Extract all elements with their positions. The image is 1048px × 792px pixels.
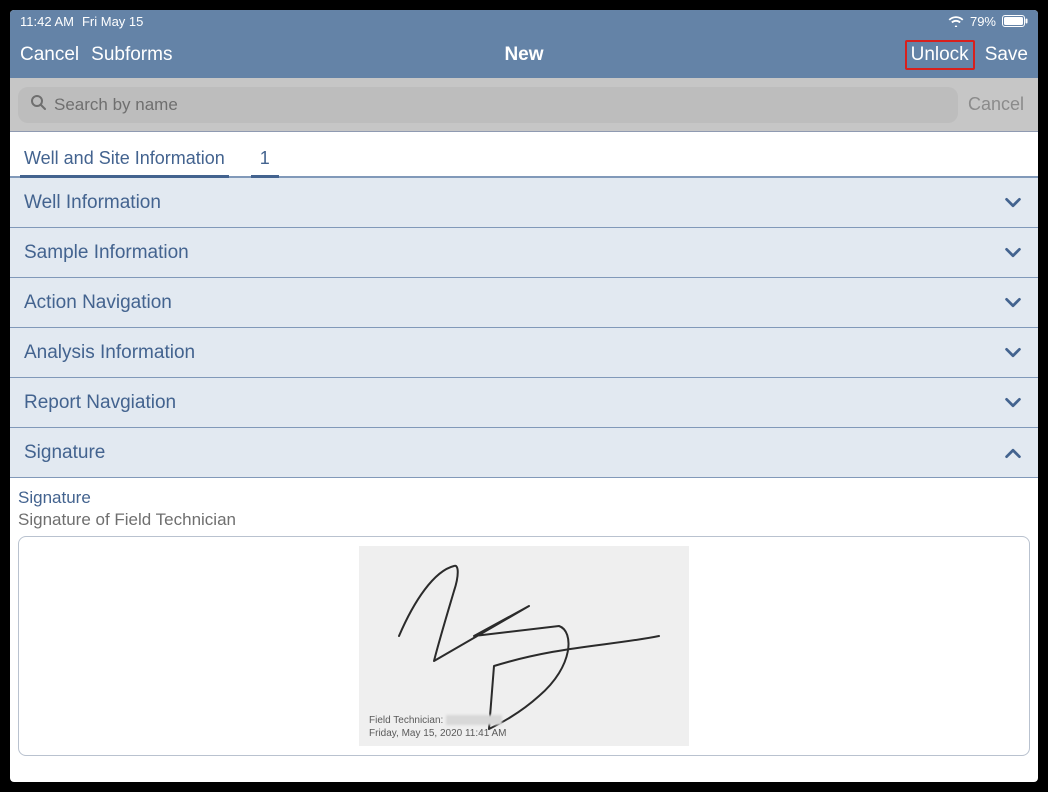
search-placeholder: Search by name (54, 95, 178, 115)
section-report-navigation[interactable]: Report Navgiation (10, 378, 1038, 428)
chevron-down-icon (1002, 292, 1024, 314)
signature-heading: Signature (18, 488, 1030, 508)
chevron-up-icon (1002, 442, 1024, 464)
signature-meta-date: Friday, May 15, 2020 11:41 AM (369, 727, 506, 740)
battery-icon (1002, 15, 1028, 27)
section-label: Signature (24, 442, 105, 464)
section-action-navigation[interactable]: Action Navigation (10, 278, 1038, 328)
section-signature[interactable]: Signature (10, 428, 1038, 478)
wifi-icon (948, 15, 964, 27)
section-label: Report Navgiation (24, 392, 176, 414)
tab-page-1[interactable]: 1 (251, 148, 279, 178)
signature-meta: Field Technician: Friday, May 15, 2020 1… (369, 714, 506, 740)
tabs-row: Well and Site Information 1 (10, 132, 1038, 178)
section-label: Well Information (24, 192, 161, 214)
nav-left: Cancel Subforms (20, 44, 172, 66)
status-time: 11:42 AM (20, 14, 74, 29)
signature-box[interactable]: Field Technician: Friday, May 15, 2020 1… (18, 536, 1030, 756)
section-label: Sample Information (24, 242, 189, 264)
status-bar: 11:42 AM Fri May 15 79% (10, 10, 1038, 32)
chevron-down-icon (1002, 192, 1024, 214)
subforms-button[interactable]: Subforms (91, 44, 172, 66)
signature-subheading: Signature of Field Technician (18, 510, 1030, 530)
search-area: Search by name Cancel (10, 78, 1038, 132)
save-button[interactable]: Save (985, 44, 1028, 66)
status-date: Fri May 15 (82, 14, 143, 29)
chevron-down-icon (1002, 242, 1024, 264)
chevron-down-icon (1002, 392, 1024, 414)
cancel-button[interactable]: Cancel (20, 44, 79, 66)
section-label: Analysis Information (24, 342, 195, 364)
unlock-button[interactable]: Unlock (905, 40, 975, 70)
search-cancel-button[interactable]: Cancel (968, 94, 1030, 115)
signature-panel: Signature Signature of Field Technician … (10, 478, 1038, 764)
status-left: 11:42 AM Fri May 15 (20, 14, 143, 29)
nav-bar: Cancel Subforms New Unlock Save (10, 32, 1038, 78)
battery-percent: 79% (970, 14, 996, 29)
search-input[interactable]: Search by name (18, 87, 958, 123)
signature-meta-role: Field Technician: (369, 715, 443, 726)
section-well-information[interactable]: Well Information (10, 178, 1038, 228)
tab-well-and-site-information[interactable]: Well and Site Information (20, 148, 229, 178)
search-icon (30, 94, 46, 115)
section-analysis-information[interactable]: Analysis Information (10, 328, 1038, 378)
status-right: 79% (948, 14, 1028, 29)
nav-right: Unlock Save (905, 40, 1028, 70)
signature-canvas[interactable]: Field Technician: Friday, May 15, 2020 1… (359, 546, 689, 746)
section-label: Action Navigation (24, 292, 172, 314)
app-window: 11:42 AM Fri May 15 79% Cancel Subforms … (10, 10, 1038, 782)
redacted-name (446, 715, 502, 725)
chevron-down-icon (1002, 342, 1024, 364)
section-sample-information[interactable]: Sample Information (10, 228, 1038, 278)
